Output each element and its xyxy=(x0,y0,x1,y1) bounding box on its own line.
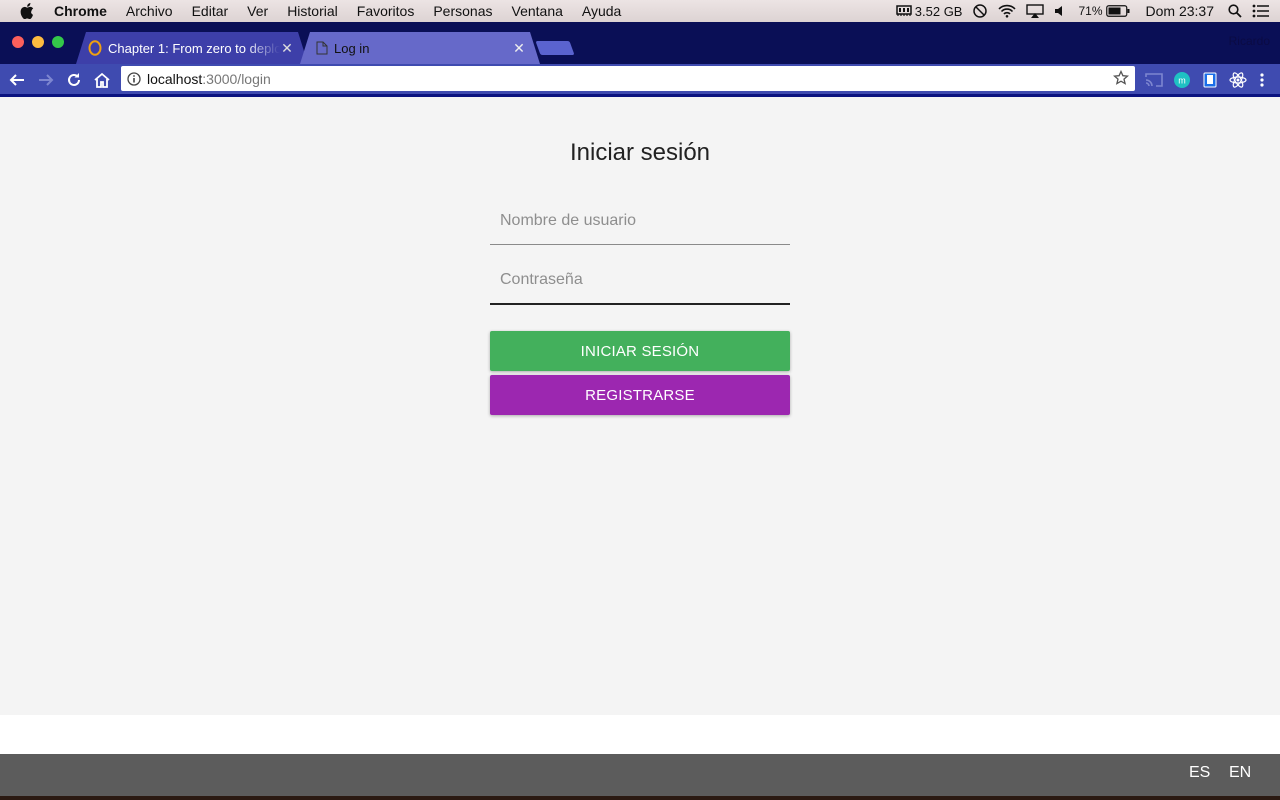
battery-indicator[interactable]: 71% xyxy=(1078,4,1130,18)
mercury-extension-icon[interactable]: m xyxy=(1171,69,1193,91)
airplay-icon[interactable] xyxy=(1026,4,1045,18)
home-icon xyxy=(94,72,110,88)
clock[interactable]: Dom 23:37 xyxy=(1146,3,1214,19)
menu-chrome[interactable]: Chrome xyxy=(54,3,107,19)
back-button[interactable] xyxy=(6,69,28,91)
url-path: :3000/login xyxy=(202,70,271,87)
opera-o-icon xyxy=(88,40,102,56)
reload-button[interactable] xyxy=(63,69,85,91)
window-maximize-button[interactable] xyxy=(52,36,64,48)
new-tab-button[interactable] xyxy=(535,41,575,55)
url-host: localhost xyxy=(147,70,203,87)
menu-favoritos[interactable]: Favoritos xyxy=(357,3,415,19)
memory-value: 3.52 GB xyxy=(914,3,963,19)
reader-extension-icon[interactable] xyxy=(1199,69,1221,91)
tab-title: Chapter 1: From zero to deploy xyxy=(108,40,280,56)
bookmark-star-icon[interactable] xyxy=(1112,69,1130,89)
home-button[interactable] xyxy=(91,69,113,91)
tab-chapter-1[interactable]: Chapter 1: From zero to deploy ✕ xyxy=(76,32,308,64)
browser-tabstrip: Chapter 1: From zero to deploy ✕ Log in … xyxy=(0,22,1280,64)
username-field[interactable] xyxy=(490,197,790,245)
login-page: Iniciar sesión INICIAR SESIÓN REGISTRARS… xyxy=(0,97,1280,715)
menu-ayuda[interactable]: Ayuda xyxy=(582,3,621,19)
browser-toolbar: localhost:3000/login m xyxy=(0,64,1280,97)
notification-center-icon[interactable] xyxy=(1252,4,1270,18)
tab-title: Log in xyxy=(334,40,370,56)
tab-close-icon[interactable]: ✕ xyxy=(280,40,294,57)
window-minimize-button[interactable] xyxy=(32,36,44,48)
reload-icon xyxy=(68,73,80,86)
page-spacer xyxy=(0,715,1280,754)
tab-close-icon[interactable]: ✕ xyxy=(512,40,526,57)
menu-historial[interactable]: Historial xyxy=(287,3,338,19)
window-close-button[interactable] xyxy=(12,36,24,48)
wifi-icon[interactable] xyxy=(998,4,1017,18)
desktop-background xyxy=(0,796,1280,800)
menu-editar[interactable]: Editar xyxy=(192,3,229,19)
language-es-link[interactable]: ES xyxy=(1189,764,1210,782)
chrome-menu-icon[interactable] xyxy=(1251,69,1273,91)
memory-chip-icon xyxy=(896,5,912,17)
do-not-disturb-icon[interactable] xyxy=(972,3,988,19)
react-devtools-icon[interactable] xyxy=(1227,69,1249,91)
password-field[interactable] xyxy=(490,257,790,305)
login-button[interactable]: INICIAR SESIÓN xyxy=(490,331,790,371)
tab-log-in[interactable]: Log in ✕ xyxy=(300,32,540,64)
memory-indicator[interactable]: 3.52 GB xyxy=(896,3,963,19)
password-input[interactable] xyxy=(490,257,790,303)
menu-archivo[interactable]: Archivo xyxy=(126,3,173,19)
site-info-icon[interactable] xyxy=(127,71,141,86)
language-en-link[interactable]: EN xyxy=(1229,764,1251,782)
battery-icon xyxy=(1105,5,1130,17)
apple-logo-icon[interactable] xyxy=(20,3,36,19)
address-bar[interactable]: localhost:3000/login xyxy=(121,66,1135,91)
register-button[interactable]: REGISTRARSE xyxy=(490,375,790,415)
svg-text:m: m xyxy=(1178,76,1186,86)
spotlight-search-icon[interactable] xyxy=(1228,4,1242,18)
arrow-left-icon xyxy=(9,74,24,86)
footer: ES EN xyxy=(0,754,1280,796)
menu-personas[interactable]: Personas xyxy=(433,3,492,19)
macos-menubar: Chrome Archivo Editar Ver Historial Favo… xyxy=(0,0,1280,22)
menu-ver[interactable]: Ver xyxy=(247,3,268,19)
arrow-right-icon xyxy=(39,74,54,86)
battery-percent: 71% xyxy=(1078,4,1103,18)
cast-icon[interactable] xyxy=(1143,69,1165,91)
menu-ventana[interactable]: Ventana xyxy=(512,3,563,19)
username-input[interactable] xyxy=(490,197,790,244)
volume-icon[interactable] xyxy=(1054,4,1068,18)
forward-button[interactable] xyxy=(35,69,57,91)
page-icon xyxy=(316,41,328,55)
profile-name[interactable]: Ricardo xyxy=(1229,34,1270,48)
page-title: Iniciar sesión xyxy=(569,139,711,166)
